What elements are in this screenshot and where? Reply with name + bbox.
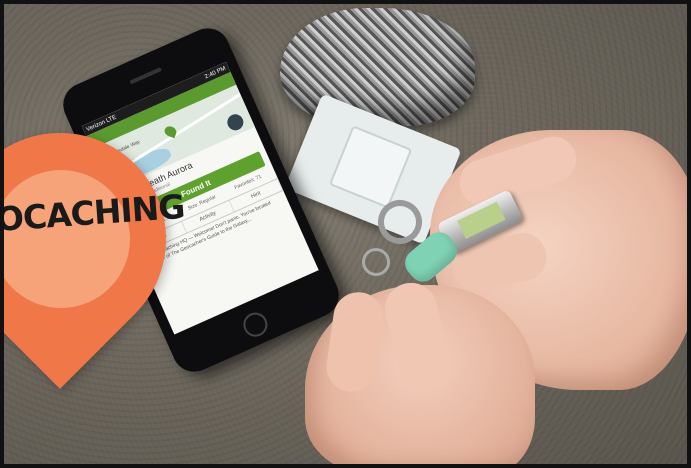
phone-speaker bbox=[129, 67, 163, 85]
compass-icon bbox=[224, 111, 246, 133]
rock-hidden-slot bbox=[328, 125, 413, 209]
photo-scene: Verizon LTE 2:40 PM N Ridgedale Way GT: … bbox=[0, 0, 691, 468]
key-ring bbox=[362, 248, 390, 276]
fake-rock-container bbox=[280, 8, 475, 126]
home-button bbox=[239, 308, 272, 341]
